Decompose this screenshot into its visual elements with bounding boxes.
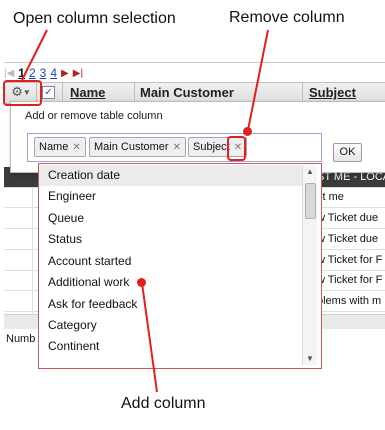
annotation-lines xyxy=(21,29,269,393)
pointer-line-add-column xyxy=(141,282,158,393)
pointer-line-remove-column xyxy=(247,29,269,131)
annotation-dot-remove xyxy=(243,127,252,136)
pointer-line-open-selection xyxy=(21,29,48,81)
annotation-dot-add xyxy=(137,278,146,287)
